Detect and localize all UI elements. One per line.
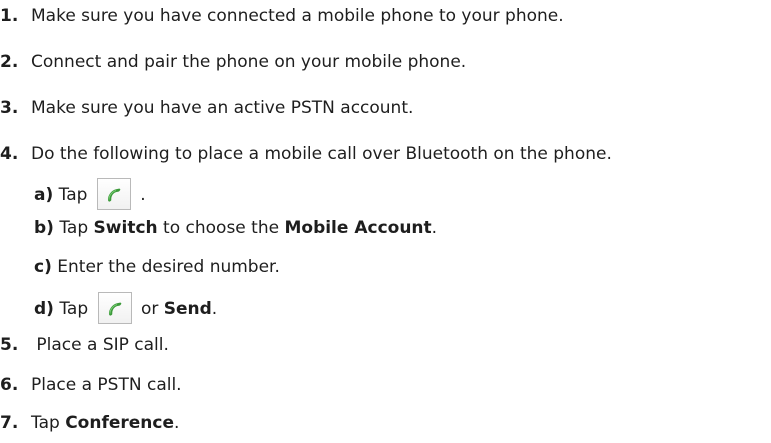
substep-text: Tap [53, 299, 94, 319]
substep-mark: d) [34, 299, 54, 319]
step-text: Do the following to place a mobile call … [31, 144, 612, 164]
substep-mark: c) [34, 257, 52, 277]
step-6: 6. Place a PSTN call. [0, 374, 182, 396]
step-number: 5. [0, 335, 19, 355]
substep-text: . [431, 218, 438, 238]
step-number: 1. [0, 6, 19, 26]
substep-c: c) Enter the desired number. [34, 256, 280, 278]
substep-mark: a) [34, 185, 54, 205]
step-7: 7. Tap Conference. [0, 412, 179, 434]
step-text: . [174, 413, 180, 433]
instruction-document: 1. Make sure you have connected a mobile … [0, 0, 771, 443]
step-number: 6. [0, 375, 19, 395]
substep-text: . [134, 185, 146, 205]
call-button[interactable] [96, 178, 131, 210]
substep-mark: b) [34, 218, 54, 238]
substep-a: a) Tap . [34, 178, 146, 210]
step-4: 4. Do the following to place a mobile cal… [0, 143, 612, 165]
substep-b: b) Tap Switch to choose the Mobile Accou… [34, 217, 437, 239]
substep-d: d) Tap or Send. [34, 292, 217, 324]
substep-text: or [135, 299, 164, 319]
substep-text: to choose the [157, 218, 285, 238]
step-5: 5. Place a SIP call. [0, 334, 169, 356]
step-number: 2. [0, 52, 19, 72]
phone-handset-icon [108, 302, 121, 316]
step-text: Tap [31, 413, 66, 433]
substep-text: . [211, 299, 218, 319]
step-text: Make sure you have connected a mobile ph… [31, 6, 564, 26]
step-1: 1. Make sure you have connected a mobile … [0, 5, 564, 27]
step-text: Place a PSTN call. [31, 375, 182, 395]
phone-handset-icon [107, 188, 121, 202]
mobile-account-label: Mobile Account [284, 218, 432, 238]
conference-label: Conference [65, 413, 174, 433]
step-text: Make sure you have an active PSTN accoun… [31, 98, 414, 118]
step-3: 3. Make sure you have an active PSTN acco… [0, 97, 413, 119]
step-number: 4. [0, 144, 19, 164]
substep-text: Tap [53, 185, 93, 205]
substep-text: Enter the desired number. [51, 257, 280, 277]
step-2: 2. Connect and pair the phone on your mob… [0, 51, 466, 73]
step-number: 7. [0, 413, 19, 433]
step-text: Connect and pair the phone on your mobil… [31, 52, 467, 72]
substep-text: Tap [53, 218, 94, 238]
call-button[interactable] [97, 292, 132, 324]
step-number: 3. [0, 98, 19, 118]
step-text: Place a SIP call. [31, 335, 169, 355]
switch-label: Switch [93, 218, 158, 238]
send-label: Send [163, 299, 212, 319]
